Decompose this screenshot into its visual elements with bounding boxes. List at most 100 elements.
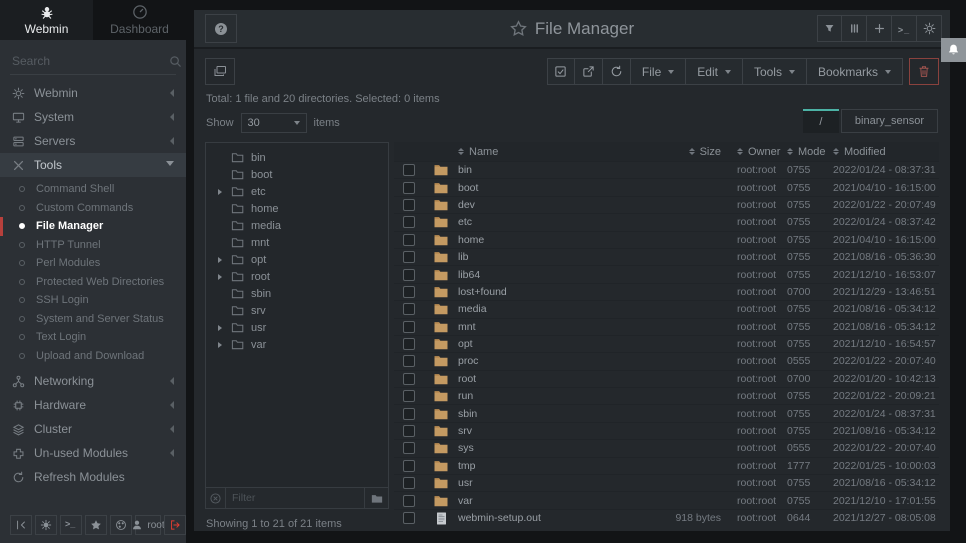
submenu-item-upload-and-download[interactable]: Upload and Download — [0, 347, 186, 366]
tree-item-etc[interactable]: etc — [206, 183, 388, 200]
tab-webmin[interactable]: Webmin — [0, 0, 93, 40]
file-name[interactable]: var — [458, 495, 641, 507]
share-export-button[interactable] — [575, 58, 603, 85]
table-row[interactable]: bootroot:root07552021/04/10 - 16:15:00 — [394, 178, 939, 195]
submenu-item-perl-modules[interactable]: Perl Modules — [0, 254, 186, 273]
star-outline-icon[interactable] — [510, 20, 527, 37]
file-name[interactable]: lib64 — [458, 269, 641, 281]
table-row[interactable]: homeroot:root07552021/04/10 - 16:15:00 — [394, 231, 939, 248]
clear-filter-icon[interactable] — [206, 488, 226, 508]
file-name[interactable]: webmin-setup.out — [458, 512, 641, 524]
tree-item-boot[interactable]: boot — [206, 166, 388, 183]
row-checkbox[interactable] — [403, 338, 415, 350]
select-all-button[interactable] — [547, 58, 575, 85]
table-row[interactable]: srvroot:root07552021/08/16 - 05:34:12 — [394, 422, 939, 439]
row-checkbox[interactable] — [403, 286, 415, 298]
expand-arrow-icon[interactable] — [218, 325, 231, 331]
table-row[interactable]: binroot:root07552022/01/24 - 08:37:31 — [394, 161, 939, 178]
table-row[interactable]: mediaroot:root07552021/08/16 - 05:34:12 — [394, 300, 939, 317]
row-checkbox[interactable] — [403, 355, 415, 367]
submenu-item-file-manager[interactable]: File Manager — [0, 217, 186, 236]
palette-button[interactable] — [110, 515, 132, 535]
columns-button[interactable] — [842, 15, 867, 42]
theme-sun-button[interactable] — [35, 515, 57, 535]
file-menu-button[interactable]: File — [631, 58, 686, 85]
file-name[interactable]: opt — [458, 338, 641, 350]
breadcrumb-root[interactable]: / — [803, 109, 839, 133]
file-name[interactable]: dev — [458, 199, 641, 211]
table-row[interactable]: mntroot:root07552021/08/16 - 05:34:12 — [394, 318, 939, 335]
table-row[interactable]: sysroot:root05552022/01/22 - 20:07:40 — [394, 439, 939, 456]
search-icon[interactable] — [169, 55, 182, 68]
terminal-button[interactable]: >_ — [60, 515, 82, 535]
expand-arrow-icon[interactable] — [218, 274, 231, 280]
submenu-item-system-and-server-status[interactable]: System and Server Status — [0, 310, 186, 329]
table-row[interactable]: webmin-setup.out918 bytesroot:root064420… — [394, 509, 939, 526]
collapse-sidebar-button[interactable] — [10, 515, 32, 535]
file-name[interactable]: root — [458, 373, 641, 385]
file-name[interactable]: lost+found — [458, 286, 641, 298]
tree-item-srv[interactable]: srv — [206, 302, 388, 319]
table-row[interactable]: usrroot:root07552021/08/16 - 05:34:12 — [394, 474, 939, 491]
tree-item-opt[interactable]: opt — [206, 251, 388, 268]
refresh-button[interactable] — [603, 58, 631, 85]
gear-button[interactable] — [917, 15, 942, 42]
expand-arrow-icon[interactable] — [218, 342, 231, 348]
column-header-name[interactable]: Name — [458, 146, 641, 158]
file-name[interactable]: home — [458, 234, 641, 246]
tools-menu-button[interactable]: Tools — [743, 58, 807, 85]
bookmarks-menu-button[interactable]: Bookmarks — [807, 58, 903, 85]
row-checkbox[interactable] — [403, 495, 415, 507]
filter-funnel-button[interactable] — [817, 15, 842, 42]
row-checkbox[interactable] — [403, 164, 415, 176]
tree-item-bin[interactable]: bin — [206, 149, 388, 166]
table-row[interactable]: etcroot:root07552022/01/24 - 08:37:42 — [394, 213, 939, 230]
submenu-item-protected-web-directories[interactable]: Protected Web Directories — [0, 273, 186, 292]
trash-button[interactable] — [909, 58, 939, 85]
sidebar-item-webmin[interactable]: Webmin — [0, 81, 186, 105]
file-name[interactable]: etc — [458, 216, 641, 228]
sidebar-item-refresh-modules[interactable]: Refresh Modules — [0, 465, 186, 489]
logout-button[interactable] — [164, 515, 186, 535]
row-checkbox[interactable] — [403, 477, 415, 489]
row-checkbox[interactable] — [403, 373, 415, 385]
file-name[interactable]: srv — [458, 425, 641, 437]
row-checkbox[interactable] — [403, 425, 415, 437]
tree-filter-input[interactable] — [226, 492, 364, 504]
submenu-item-ssh-login[interactable]: SSH Login — [0, 291, 186, 310]
row-checkbox[interactable] — [403, 390, 415, 402]
breadcrumb-current[interactable]: binary_sensor — [841, 109, 938, 133]
tree-item-root[interactable]: root — [206, 268, 388, 285]
sidebar-item-networking[interactable]: Networking — [0, 369, 186, 393]
column-header-size[interactable]: Size — [641, 146, 721, 158]
row-checkbox[interactable] — [403, 460, 415, 472]
submenu-item-text-login[interactable]: Text Login — [0, 328, 186, 347]
row-checkbox[interactable] — [403, 442, 415, 454]
tree-item-sbin[interactable]: sbin — [206, 285, 388, 302]
duplicate-window-button[interactable] — [205, 58, 235, 85]
notifications-tab[interactable] — [941, 38, 966, 62]
column-header-modified[interactable]: Modified — [827, 146, 939, 158]
sidebar-item-hardware[interactable]: Hardware — [0, 393, 186, 417]
submenu-item-http-tunnel[interactable]: HTTP Tunnel — [0, 236, 186, 255]
row-checkbox[interactable] — [403, 182, 415, 194]
table-row[interactable]: libroot:root07552021/08/16 - 05:36:30 — [394, 248, 939, 265]
row-checkbox[interactable] — [403, 234, 415, 246]
table-row[interactable]: optroot:root07552021/12/10 - 16:54:57 — [394, 335, 939, 352]
tab-dashboard[interactable]: Dashboard — [93, 0, 186, 40]
sidebar-item-tools[interactable]: Tools — [0, 153, 186, 177]
file-name[interactable]: proc — [458, 355, 641, 367]
sidebar-item-un-used-modules[interactable]: Un-used Modules — [0, 441, 186, 465]
tree-item-media[interactable]: media — [206, 217, 388, 234]
submenu-item-command-shell[interactable]: Command Shell — [0, 180, 186, 199]
table-row[interactable]: lib64root:root07552021/12/10 - 16:53:07 — [394, 265, 939, 282]
file-name[interactable]: mnt — [458, 321, 641, 333]
edit-menu-button[interactable]: Edit — [686, 58, 743, 85]
expand-arrow-icon[interactable] — [218, 257, 231, 263]
file-name[interactable]: usr — [458, 477, 641, 489]
sidebar-item-servers[interactable]: Servers — [0, 129, 186, 153]
terminal-button[interactable]: >_ — [892, 15, 917, 42]
table-row[interactable]: lost+foundroot:root07002021/12/29 - 13:4… — [394, 283, 939, 300]
row-checkbox[interactable] — [403, 512, 415, 524]
row-checkbox[interactable] — [403, 269, 415, 281]
